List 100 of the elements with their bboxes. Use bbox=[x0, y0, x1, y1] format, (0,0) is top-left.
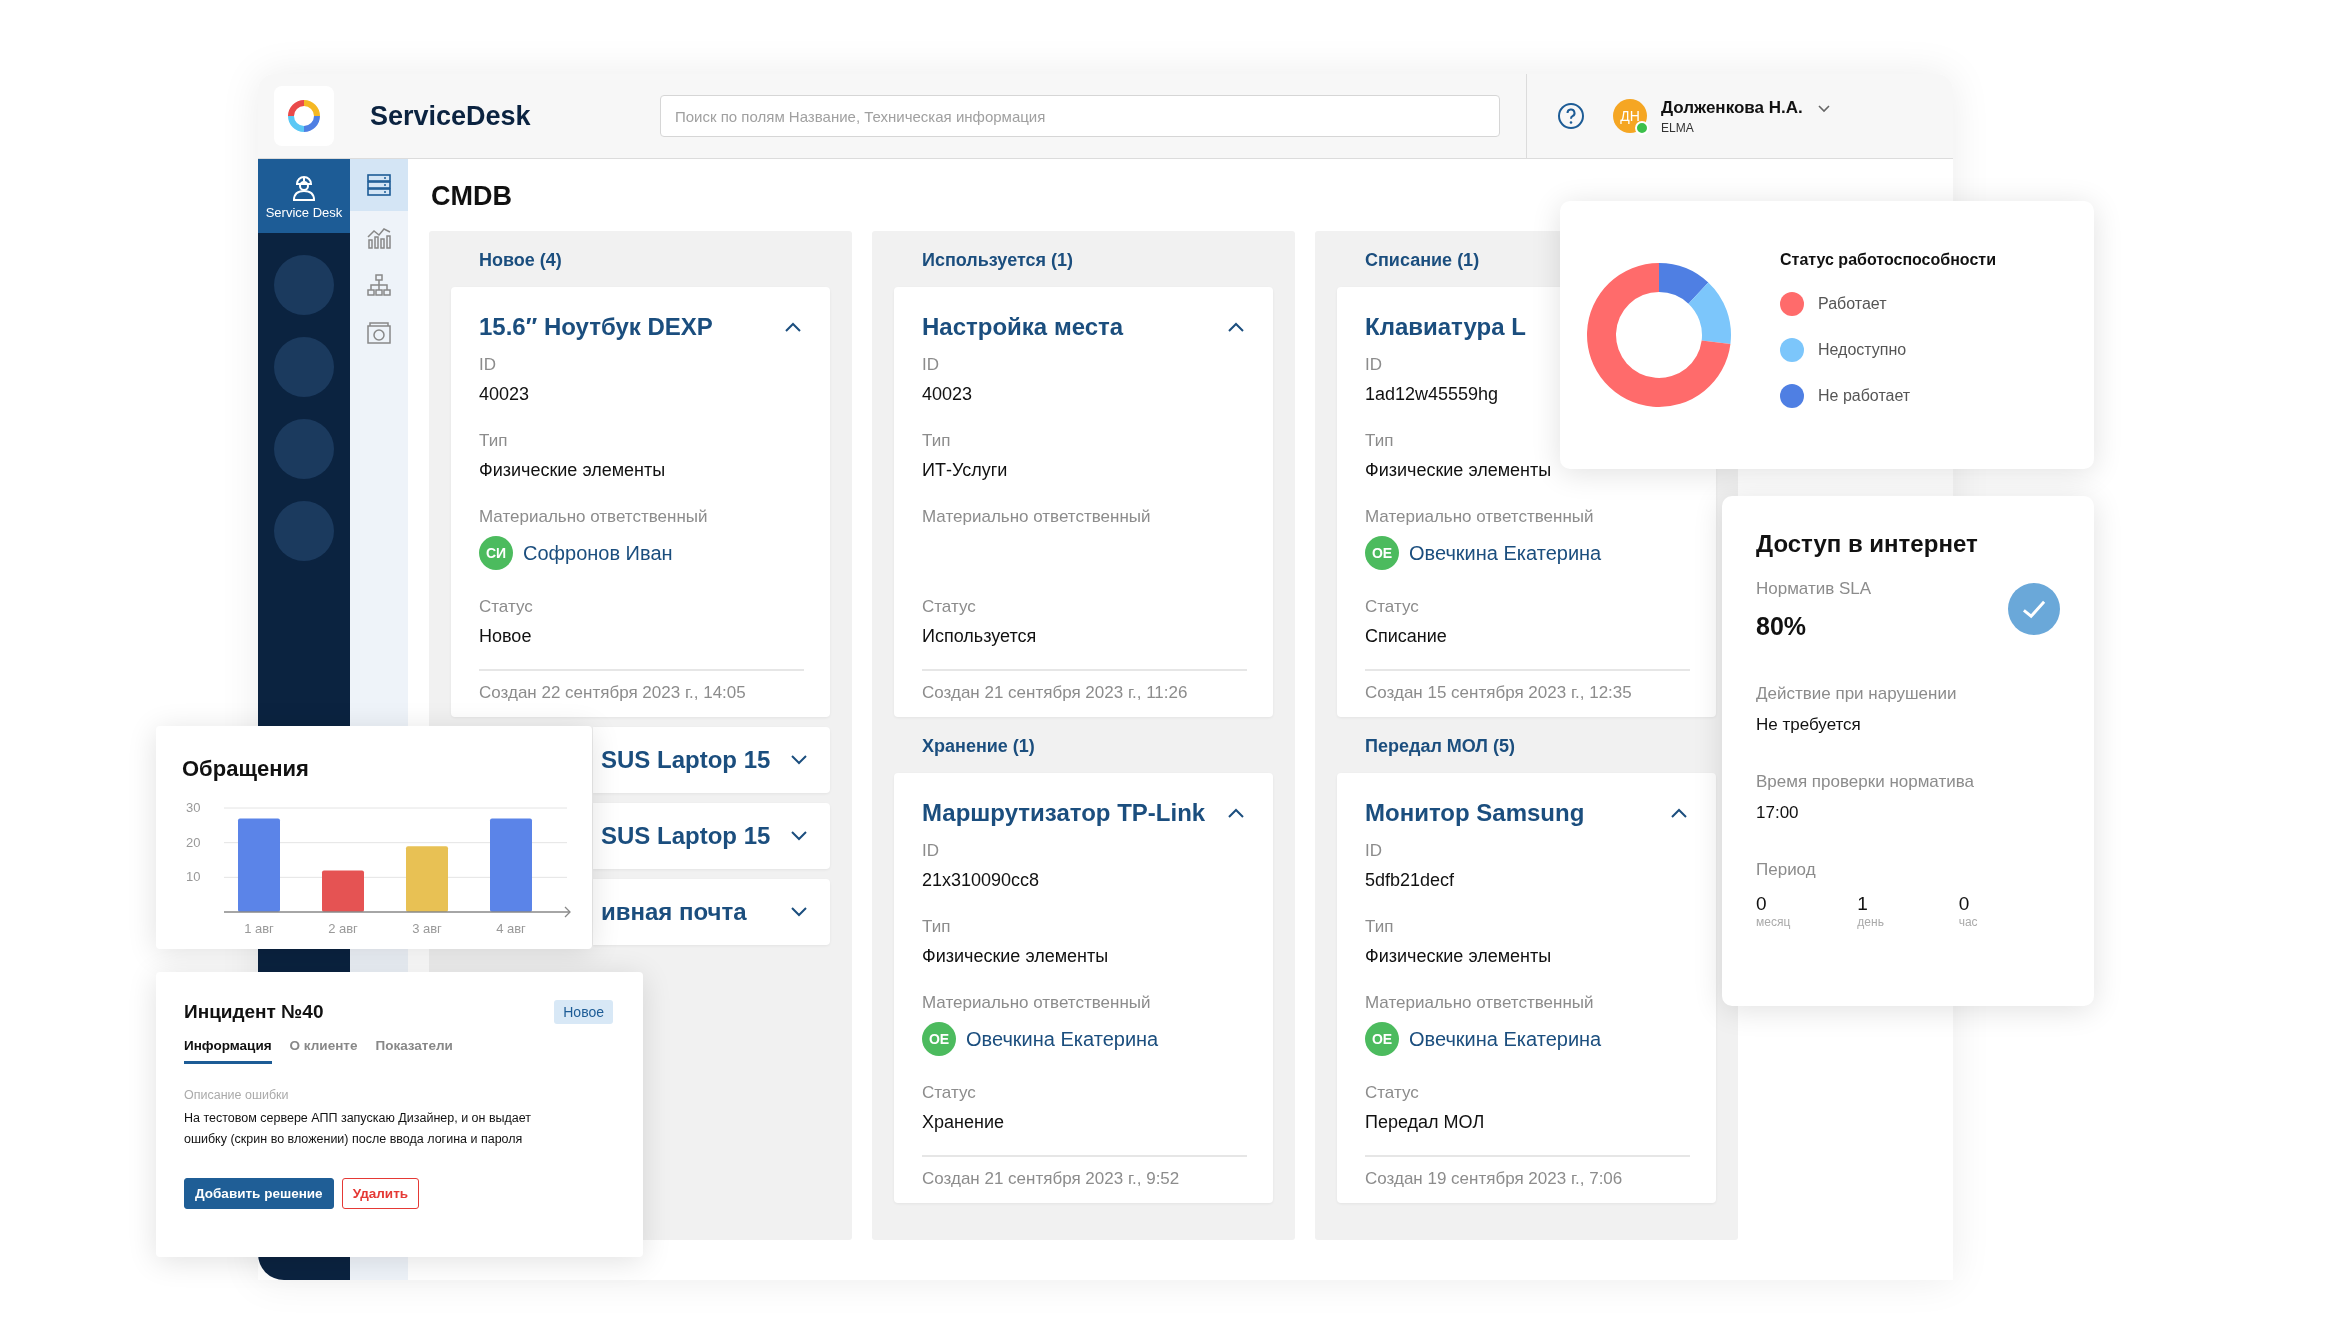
created-date: Создан 22 сентября 2023 г., 14:05 bbox=[479, 669, 804, 705]
item-card[interactable]: Настройка места ID 40023 Тип ИТ-Услуги Материально ответственный Статус Используется Создан 21 сентября 2023 г., 11:26 bbox=[894, 287, 1273, 717]
action-button[interactable]: Добавить решение bbox=[184, 1178, 334, 1209]
field-label: Норматив SLA bbox=[1756, 578, 1872, 600]
field-value: 5dfb21decf bbox=[1365, 869, 1456, 892]
axis-tick: 10 bbox=[186, 869, 201, 885]
card-title[interactable]: Настройка места bbox=[922, 307, 1124, 347]
legend-label: Не работает bbox=[1818, 387, 1911, 405]
axis-label: 1 авг bbox=[244, 921, 274, 936]
field-label: Статус bbox=[479, 596, 534, 618]
field-label: ID bbox=[479, 354, 497, 376]
item-card[interactable]: Монитор Samsung ID 5dfb21decf Тип Физические элементы Материально ответственный ОЕ Овечкина Екатерина Статус Передал МОЛ Создан 19 сентября 2023 г., 7:06 bbox=[1337, 773, 1716, 1203]
item-card[interactable]: ивная почта bbox=[593, 879, 830, 945]
field-label: Описание ошибки bbox=[184, 1088, 290, 1102]
chart-bar bbox=[322, 870, 364, 912]
field-label: ID bbox=[1365, 354, 1383, 376]
hierarchy-icon bbox=[366, 273, 392, 297]
field-label: Статус bbox=[1365, 596, 1420, 618]
field-value: Физические элементы bbox=[1365, 945, 1553, 968]
card-title[interactable]: Клавиатура L bbox=[1365, 307, 1526, 347]
chevron-up-icon[interactable] bbox=[1227, 321, 1245, 333]
person-link[interactable]: Овечкина Екатерина bbox=[966, 1027, 1159, 1051]
field-value: Хранение bbox=[922, 1111, 1005, 1134]
chart-bar bbox=[406, 846, 448, 912]
field-value: 40023 bbox=[479, 383, 531, 406]
item-card[interactable]: SUS Laptop 15 bbox=[593, 803, 830, 869]
field-label: Тип bbox=[922, 430, 952, 452]
chevron-down-icon[interactable] bbox=[790, 830, 808, 842]
field-label: Тип bbox=[922, 916, 952, 938]
field-value: 21x310090cc8 bbox=[922, 869, 1041, 892]
field-label: Материально ответственный bbox=[922, 506, 1152, 528]
card-title[interactable]: Монитор Samsung bbox=[1365, 793, 1585, 833]
person-link[interactable]: Овечкина Екатерина bbox=[1409, 541, 1602, 565]
field-label: Период bbox=[1756, 859, 1817, 881]
person-avatar: ОЕ bbox=[1365, 536, 1399, 570]
axis-label: 2 авг bbox=[328, 921, 358, 936]
group-title: Списание (1) bbox=[1364, 249, 1481, 272]
tab[interactable]: Информация bbox=[184, 1038, 272, 1064]
field-label: Материально ответственный bbox=[922, 992, 1152, 1014]
chart-title: Обращения bbox=[182, 756, 310, 782]
item-card[interactable]: Маршрутизатор TP-Link ID 21x310090cc8 Тип Физические элементы Материально ответственный ОЕ Овечкина Екатерина Статус Хранение Создан 21 сентября 2023 г., 9:52 bbox=[894, 773, 1273, 1203]
period-unit: час bbox=[1958, 915, 1979, 929]
field-label: Материально ответственный bbox=[479, 506, 709, 528]
field-label: ID bbox=[1365, 840, 1383, 862]
field-value: Новое bbox=[479, 625, 533, 648]
ring-logo-icon bbox=[287, 99, 321, 133]
axis-label: 3 авг bbox=[412, 921, 442, 936]
chart-icon bbox=[366, 225, 392, 249]
group-title: Новое (4) bbox=[478, 249, 563, 272]
chevron-down-icon[interactable] bbox=[790, 906, 808, 918]
field-value: Не требуется bbox=[1756, 715, 1862, 735]
period-value: 1 bbox=[1857, 893, 1869, 915]
help-icon[interactable] bbox=[1557, 102, 1585, 130]
created-date: Создан 19 сентября 2023 г., 7:06 bbox=[1365, 1155, 1690, 1191]
person-link[interactable]: Овечкина Екатерина bbox=[1409, 1027, 1602, 1051]
created-date: Создан 21 сентября 2023 г., 11:26 bbox=[922, 669, 1247, 705]
period-value: 0 bbox=[1958, 893, 1971, 915]
card-title[interactable]: ивная почта bbox=[601, 892, 747, 932]
chevron-down-icon[interactable] bbox=[790, 754, 808, 766]
page-title: CMDB bbox=[431, 180, 513, 213]
search-field[interactable]: Поиск по полям Название, Техническая информация bbox=[660, 95, 1500, 137]
legend-title: Статус работоспособности bbox=[1780, 251, 1996, 269]
card-title[interactable]: SUS Laptop 15 bbox=[601, 740, 771, 780]
field-label: Материально ответственный bbox=[1365, 992, 1595, 1014]
person-link[interactable]: Софронов Иван bbox=[523, 541, 673, 565]
person-avatar: ОЕ bbox=[922, 1022, 956, 1056]
group-title: Используется (1) bbox=[921, 249, 1074, 272]
card-title[interactable]: SUS Laptop 15 bbox=[601, 816, 771, 856]
field-label: Статус bbox=[922, 596, 977, 618]
chevron-up-icon[interactable] bbox=[1670, 807, 1688, 819]
app-name: ServiceDesk bbox=[370, 100, 532, 132]
tab[interactable]: О клиенте bbox=[289, 1038, 358, 1064]
field-value: Физические элементы bbox=[1365, 459, 1553, 482]
field-label: ID bbox=[922, 840, 940, 862]
incident-title: Инцидент №40 bbox=[184, 1001, 324, 1023]
status-badge: Новое bbox=[554, 1000, 613, 1024]
field-value: 40023 bbox=[922, 383, 974, 406]
field-value: Списание bbox=[1365, 625, 1448, 648]
field-value: Передал МОЛ bbox=[1365, 1111, 1486, 1134]
user-name[interactable]: Долженкова Н.А. bbox=[1661, 97, 1803, 118]
field-label: Действие при нарушении bbox=[1756, 683, 1958, 705]
field-label: Материально ответственный bbox=[1365, 506, 1595, 528]
item-card[interactable]: SUS Laptop 15 bbox=[593, 727, 830, 793]
chevron-up-icon[interactable] bbox=[784, 321, 802, 333]
person-avatar: ОЕ bbox=[1365, 1022, 1399, 1056]
legend-label: Недоступно bbox=[1818, 341, 1907, 359]
sidebar-item[interactable]: Service Desk bbox=[258, 159, 350, 233]
chevron-up-icon[interactable] bbox=[1227, 807, 1245, 819]
tab[interactable]: Показатели bbox=[375, 1038, 453, 1064]
item-card[interactable]: 15.6″ Ноутбук DEXP ID 40023 Тип Физические элементы Материально ответственный СИ Софронов Иван Статус Новое Создан 22 сентября 2023 г., 14:05 bbox=[451, 287, 830, 717]
card-title[interactable]: 15.6″ Ноутбук DEXP bbox=[479, 307, 713, 347]
field-label: Тип bbox=[1365, 916, 1395, 938]
chevron-down-icon[interactable] bbox=[1816, 104, 1831, 114]
sla-value: 80% bbox=[1756, 612, 1808, 641]
field-value: 17:00 bbox=[1756, 803, 1800, 823]
action-button[interactable]: Удалить bbox=[341, 1178, 420, 1209]
person-avatar: СИ bbox=[479, 536, 513, 570]
rail-item[interactable] bbox=[350, 159, 408, 211]
card-title[interactable]: Маршрутизатор TP-Link bbox=[922, 793, 1206, 833]
field-label: Статус bbox=[1365, 1082, 1420, 1104]
